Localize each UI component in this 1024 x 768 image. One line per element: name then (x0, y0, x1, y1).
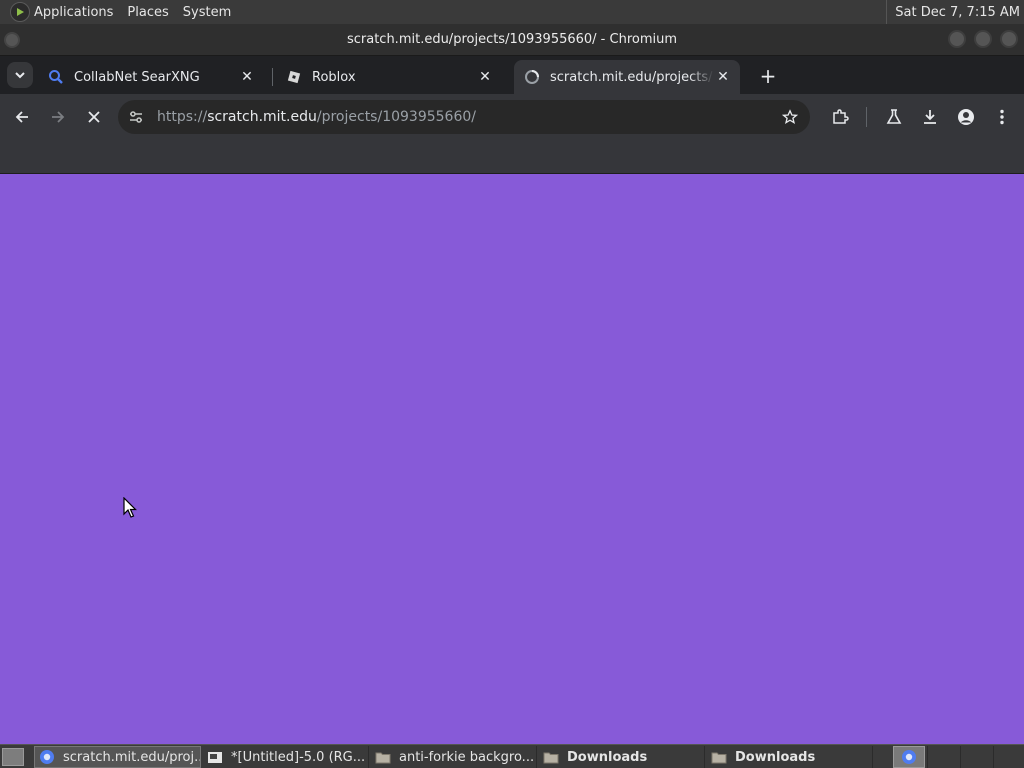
close-icon[interactable]: ✕ (476, 68, 494, 86)
maximize-button[interactable] (974, 30, 992, 48)
bookmarks-bar (0, 140, 1024, 174)
tab-strip: CollabNet SearXNG ✕ Roblox ✕ scratch.mit… (0, 56, 1024, 94)
url-path: /projects/1093955660/ (316, 109, 476, 125)
kebab-menu-icon (1000, 109, 1004, 125)
flask-icon (886, 109, 902, 124)
search-icon (48, 69, 64, 85)
tab-label: CollabNet SearXNG (74, 69, 200, 85)
roblox-icon (286, 69, 302, 85)
folder-icon (711, 749, 727, 765)
tab-searxng[interactable]: CollabNet SearXNG ✕ (38, 60, 264, 94)
new-tab-button[interactable]: + (756, 64, 780, 88)
gimp-icon (207, 749, 223, 765)
labs-button[interactable] (882, 105, 906, 129)
taskbar-item-downloads-2[interactable]: Downloads (707, 746, 873, 768)
top-panel: Applications Places System Sat Dec 7, 7:… (0, 0, 1024, 24)
taskbar-label: anti-forkie backgro... (399, 749, 535, 765)
tab-label: Roblox (312, 69, 356, 85)
taskbar-label: Downloads (735, 749, 816, 765)
close-window-button[interactable] (1000, 30, 1018, 48)
site-settings-icon[interactable] (124, 105, 148, 129)
toolbar-divider (866, 107, 867, 127)
tab-separator (272, 68, 273, 86)
close-icon[interactable]: ✕ (238, 68, 256, 86)
page-content[interactable] (0, 174, 1024, 744)
download-icon (924, 110, 936, 124)
tab-scratch[interactable]: scratch.mit.edu/projects/1093955660/ ✕ (514, 60, 740, 94)
taskbar-label: *[Untitled]-5.0 (RG... (231, 749, 366, 765)
gnome-foot-icon[interactable] (10, 2, 30, 22)
minimize-button[interactable] (948, 30, 966, 48)
chromium-icon (902, 750, 916, 764)
taskbar-item-gimp[interactable]: *[Untitled]-5.0 (RG... (203, 746, 369, 768)
taskbar-item-folder[interactable]: anti-forkie backgro... (371, 746, 537, 768)
address-bar[interactable]: https://scratch.mit.edu/projects/1093955… (118, 100, 810, 134)
applications-menu[interactable]: Applications (34, 5, 113, 20)
downloads-button[interactable] (918, 105, 942, 129)
taskbar-label: scratch.mit.edu/proj... (63, 749, 200, 765)
places-menu[interactable]: Places (127, 5, 168, 20)
url-scheme: https:// (157, 109, 208, 125)
window-titlebar[interactable]: scratch.mit.edu/projects/1093955660/ - C… (0, 24, 1024, 56)
window-title: scratch.mit.edu/projects/1093955660/ - C… (346, 32, 678, 47)
workspace-3[interactable] (960, 746, 992, 768)
avatar-icon (958, 109, 974, 125)
folder-icon (543, 749, 559, 765)
arrow-left-icon (15, 111, 28, 123)
puzzle-icon (833, 109, 849, 124)
taskbar-item-downloads[interactable]: Downloads (539, 746, 705, 768)
back-button[interactable] (10, 105, 34, 129)
extensions-button[interactable] (828, 105, 852, 129)
chromium-icon (39, 749, 55, 765)
bookmark-star-icon[interactable] (778, 105, 802, 129)
workspace-4[interactable] (993, 746, 1024, 768)
workspace-switcher[interactable] (893, 746, 925, 768)
system-menu[interactable]: System (183, 5, 231, 20)
profile-button[interactable] (954, 105, 978, 129)
loading-globe-icon (524, 69, 540, 85)
stop-loading-button[interactable] (82, 105, 106, 129)
mouse-cursor-icon (123, 497, 137, 518)
browser-toolbar: https://scratch.mit.edu/projects/1093955… (0, 94, 1024, 140)
clock[interactable]: Sat Dec 7, 7:15 AM (886, 0, 1024, 24)
tab-label: scratch.mit.edu/projects/1093955660/ (550, 69, 714, 85)
workspace-2[interactable] (927, 746, 959, 768)
url-text[interactable]: https://scratch.mit.edu/projects/1093955… (157, 109, 476, 125)
forward-button[interactable] (46, 105, 70, 129)
arrow-right-icon (52, 111, 65, 123)
bottom-taskbar: scratch.mit.edu/proj... *[Untitled]-5.0 … (0, 744, 1024, 768)
taskbar-label: Downloads (567, 749, 648, 765)
chrome-menu-button[interactable] (990, 105, 1014, 129)
taskbar-item-chromium[interactable]: scratch.mit.edu/proj... (34, 746, 201, 768)
window-menu-button[interactable] (4, 32, 20, 48)
close-icon (88, 111, 100, 123)
chevron-down-icon (15, 72, 25, 79)
url-host: scratch.mit.edu (207, 109, 317, 125)
tab-search-button[interactable] (7, 62, 33, 88)
show-desktop-button[interactable] (2, 748, 24, 766)
tab-roblox[interactable]: Roblox ✕ (276, 60, 502, 94)
close-icon[interactable]: ✕ (714, 68, 732, 86)
folder-icon (375, 749, 391, 765)
